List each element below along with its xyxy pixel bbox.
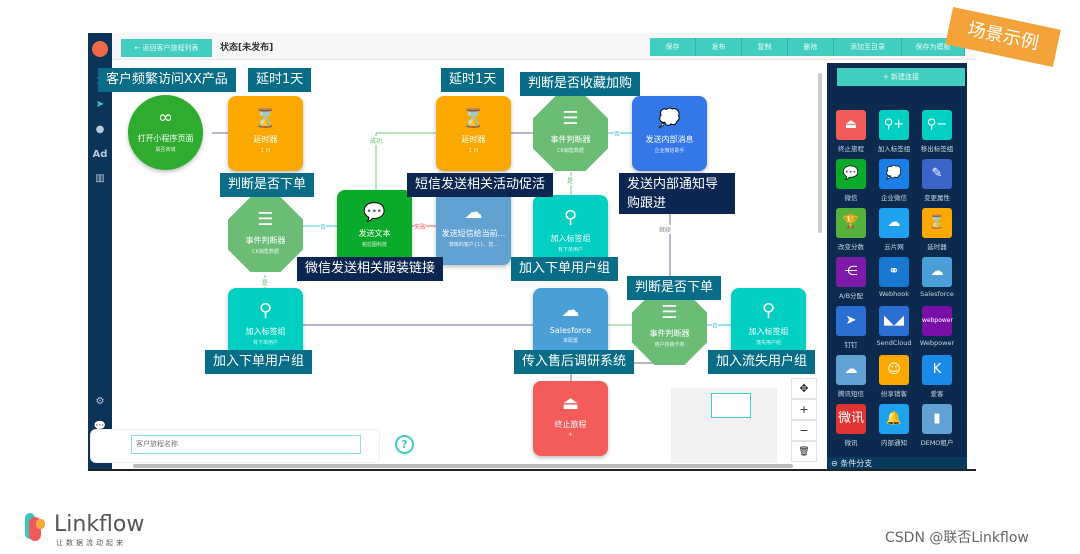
node-subtitle: 企业微信助手 [654, 148, 685, 154]
stop-icon: ⏏ [561, 393, 579, 414]
user-add-icon: ⚲ [563, 207, 578, 228]
chat-icon: 💭 [658, 108, 681, 129]
node-title: 延时器 [461, 135, 486, 144]
edge-label: 失败 [414, 222, 427, 231]
node-title: 终止旅程 [554, 420, 587, 429]
edge-label: 否 [712, 321, 719, 330]
node-title: 事件判断器 [550, 135, 591, 144]
journey-node[interactable]: ⌛ 延时器 1 日 [228, 96, 303, 171]
annotation-callout: 判断是否下单 [627, 276, 722, 300]
user-add-icon: ⚲ [761, 300, 776, 321]
list-icon: ☰ [661, 302, 678, 323]
node-title: 事件判断器 [245, 236, 286, 245]
journey-node[interactable]: ⌛ 延时器 1 日 [436, 96, 511, 171]
edge-label: 是 [262, 278, 269, 287]
logo-name: Linkflow [54, 512, 145, 537]
list-icon: ☰ [562, 108, 579, 129]
wechat-icon: 💬 [363, 202, 386, 223]
journey-node[interactable]: ☰ 事件判断器用户核销卡券 [632, 290, 707, 365]
node-title: 发送短信给当前... [441, 229, 506, 238]
linkflow-logo-icon [25, 513, 47, 543]
journey-node[interactable]: ☰ 事件判断器 CK销售数据 [533, 96, 608, 171]
mini-program-icon: ∞ [158, 107, 173, 128]
node-subtitle: 流失用户组 [755, 340, 781, 346]
edge-label: 否 [320, 222, 327, 231]
node-subtitle: 有下单用户 [252, 340, 278, 346]
node-title: 发送文本 [358, 229, 391, 238]
logo-slogan: 让数据流动起来 [56, 539, 126, 547]
journey-editor-window: 1 ➤ ● Ad ▥ ⚙ 💬 👤 ← 返回客户旅程列表 状态[未发布] 保存 发… [88, 33, 976, 471]
annotation-callout: 加入下单用户组 [511, 257, 619, 281]
node-subtitle: 1 日 [468, 148, 479, 154]
edge-label: 成功 [370, 136, 383, 145]
journey-node[interactable]: ⏏ 终止旅程 ✈ [533, 381, 608, 456]
node-subtitle: CK销售数据 [557, 148, 584, 154]
annotation-callout: 延时1天 [248, 68, 312, 92]
edge-label: 否 [614, 129, 621, 138]
node-title: 加入标签组 [550, 234, 591, 243]
hourglass-icon: ⌛ [462, 108, 485, 129]
cloud-icon: ☁ [464, 202, 483, 223]
annotation-callout: 加入流失用户组 [708, 350, 816, 374]
node-title: Salesforce [549, 326, 592, 335]
node-title: 发送内部消息 [645, 135, 694, 144]
annotation-callout: 发送内部通知导购跟进 [619, 173, 735, 214]
node-subtitle: 尊敬的客户{1}，您... [448, 242, 499, 248]
node-subtitle: 有下单用户 [557, 247, 583, 253]
node-subtitle: 1 日 [260, 148, 271, 154]
connector-lines [212, 132, 731, 381]
user-add-icon: ⚲ [258, 300, 273, 321]
journey-node[interactable]: ∞ 打开小程序页面 联否商城 [128, 95, 203, 170]
node-title: 打开小程序页面 [137, 134, 194, 143]
node-subtitle: CK销售数据 [252, 249, 279, 255]
node-title: 事件判断器 [649, 329, 690, 338]
annotation-callout: 客户频繁访问XX产品 [98, 68, 236, 92]
node-subtitle: 联否商城 [155, 147, 176, 153]
hourglass-icon: ⌛ [254, 108, 277, 129]
watermark: CSDN @联否Linkflow [885, 530, 1029, 546]
node-title: 延时器 [253, 135, 278, 144]
edge-label: 继续 [659, 225, 672, 234]
node-subtitle: 帕拉图科技 [361, 242, 387, 248]
edge-label: 是 [567, 176, 574, 185]
node-title: 加入标签组 [245, 327, 286, 336]
annotation-callout: 判断是否收藏加购 [520, 72, 641, 96]
journey-node[interactable]: ☰ 事件判断器 CK销售数据 [228, 197, 303, 272]
node-subtitle: ✈ [568, 432, 573, 438]
node-title: 加入标签组 [748, 327, 789, 336]
annotation-callout: 判断是否下单 [220, 173, 315, 197]
salesforce-cloud-icon: ☁ [561, 300, 580, 321]
node-subtitle: 未配置 [562, 338, 578, 344]
journey-node[interactable]: 💬 发送文本帕拉图科技 [337, 190, 412, 265]
list-icon: ☰ [257, 209, 274, 230]
journey-node[interactable]: ☁ 发送短信给当前... 尊敬的客户{1}，您... [436, 190, 511, 265]
node-subtitle: 用户核销卡券 [654, 342, 685, 348]
annotation-callout: 延时1天 [441, 68, 505, 92]
annotation-callout: 传入售后调研系统 [514, 350, 635, 374]
annotation-callout: 短信发送相关活动促活 [407, 173, 554, 197]
annotation-callout: 加入下单用户组 [205, 350, 313, 374]
journey-node[interactable]: 💭 发送内部消息 企业微信助手 [632, 96, 707, 171]
annotation-callout: 微信发送相关服装链接 [297, 257, 444, 281]
